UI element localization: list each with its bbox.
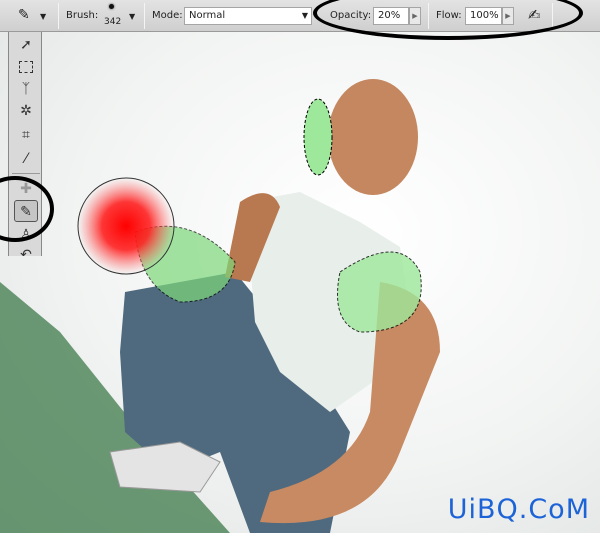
chevron-down-icon[interactable]: ▼ [40, 12, 46, 21]
crop-tool-icon[interactable]: ⌗ [14, 124, 38, 146]
watermark: UiBQ.CoM [447, 494, 590, 525]
brush-tool-preset-icon[interactable]: ✎ [18, 7, 30, 23]
document-canvas[interactable]: UiBQ.CoM [0, 32, 600, 533]
brush-tip-icon[interactable] [109, 4, 114, 9]
chevron-down-icon: ▼ [301, 11, 308, 20]
brush-picker-chevron-icon[interactable]: ▼ [129, 12, 135, 21]
divider [12, 173, 40, 174]
magic-wand-tool-icon[interactable]: ✲ [14, 100, 38, 122]
divider [144, 3, 145, 29]
brush-size: 342 [104, 17, 122, 27]
marquee-tool-icon[interactable] [14, 56, 38, 78]
head [328, 79, 418, 195]
eyedropper-tool-icon[interactable]: ⁄ [14, 148, 38, 170]
brush-label: Brush: [66, 10, 99, 21]
ear-selection [303, 98, 333, 176]
mode-select[interactable]: Normal ▼ [184, 7, 312, 25]
mode-value: Normal [189, 10, 226, 21]
divider [58, 3, 59, 29]
lasso-tool-icon[interactable]: ᛉ [14, 78, 38, 100]
photo-artwork [0, 79, 440, 533]
history-brush-tool-icon[interactable]: ↶ [14, 244, 38, 256]
move-tool-icon[interactable]: ➚ [14, 34, 38, 56]
mode-label: Mode: [152, 10, 183, 21]
